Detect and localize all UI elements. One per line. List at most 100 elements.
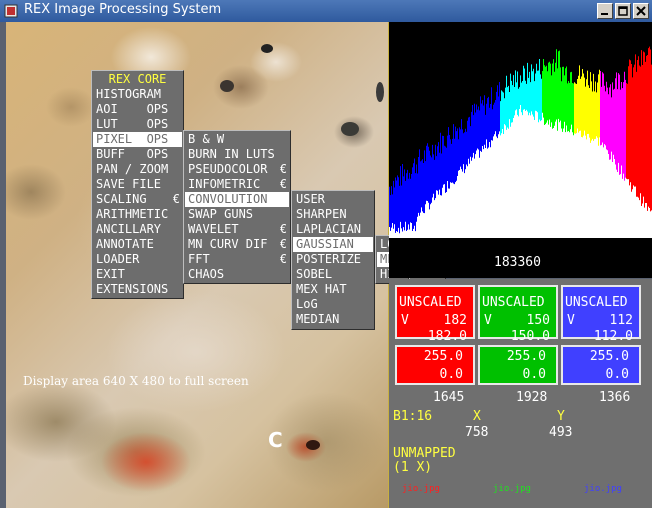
menu-item-burn-in-luts[interactable]: BURN IN LUTS (185, 147, 289, 162)
menu-item-label: BUFF OPS (96, 147, 169, 161)
channel-value: 112 (609, 313, 633, 328)
convolution-menu: USER SHARPEN LAPLACIAN GAUSSIAN POSTERIZE SOB… (291, 190, 375, 330)
menu-item-infometric[interactable]: INFOMETRIC € (185, 177, 289, 192)
x-coordinate: 758 (465, 425, 489, 440)
menu-item-label: ARITHMETIC (96, 207, 169, 221)
submenu-indicator: € (279, 177, 287, 191)
mapping-status: UNMAPPED (393, 446, 456, 461)
submenu-indicator: € (279, 162, 287, 176)
channel-count: 1928 (516, 390, 548, 405)
application-window: REX Image Processing System Display area… (0, 0, 652, 508)
channel-value-box[interactable]: UNSCALED V 112 112.0 (561, 285, 641, 344)
channel-range-min: 0.0 (522, 367, 546, 382)
menu-item-pixel-ops[interactable]: PIXEL OPS (93, 132, 182, 147)
buffer-label: B1:16 (393, 409, 433, 424)
histogram-plot (389, 22, 652, 278)
menu-item-laplacian[interactable]: LAPLACIAN (293, 222, 373, 237)
app-icon[interactable] (4, 3, 18, 18)
menu-item-label: CONVOLUTION (188, 192, 268, 206)
menu-item-label: AOI OPS (96, 102, 169, 116)
menu-item-save-file[interactable]: SAVE FILE (93, 177, 182, 192)
menu-item-fft[interactable]: FFT € (185, 252, 289, 267)
menu-item-label: WAVELET (188, 222, 239, 236)
menu-item-label: INFOMETRIC (188, 177, 261, 191)
menu-item-posterize[interactable]: POSTERIZE (293, 252, 373, 267)
menu-item-label: USER (296, 192, 325, 206)
menu-item-annotate[interactable]: ANNOTATE (93, 237, 182, 252)
menu-item-log[interactable]: LoG (293, 297, 373, 312)
menu-item-lut-ops[interactable]: LUT OPS (93, 117, 182, 132)
x-label: X (473, 409, 481, 424)
menu-item-label: EXIT (96, 267, 125, 281)
y-label: Y (557, 409, 565, 424)
submenu-indicator: € (172, 192, 180, 206)
menu-item-swap-guns[interactable]: SWAP GUNS (185, 207, 289, 222)
menu-item-pseudocolor[interactable]: PSEUDOCOLOR € (185, 162, 289, 177)
menu-item-loader[interactable]: LOADER (93, 252, 182, 267)
menu-item-convolution[interactable]: CONVOLUTION (185, 192, 289, 207)
menu-item-sobel[interactable]: SOBEL (293, 267, 373, 282)
menu-item-pan-zoom[interactable]: PAN / ZOOM (93, 162, 182, 177)
display-area-caption: Display area 640 X 480 to full screen (23, 374, 249, 388)
menu-item-label: LUT OPS (96, 117, 169, 131)
channel-status: UNSCALED (565, 295, 628, 310)
menu-item-user[interactable]: USER (293, 192, 373, 207)
menu-item-label: MEDIAN (296, 312, 340, 326)
menu-item-label: LoG (296, 297, 318, 311)
rex-core-menu-title: REX CORE (108, 72, 167, 86)
channel-status: UNSCALED (399, 295, 462, 310)
channel-range-box[interactable]: 255.0 0.0 (561, 345, 641, 385)
menu-item-b-w[interactable]: B & W (185, 132, 289, 147)
channel-value-box[interactable]: UNSCALED V 150 150.0 (478, 285, 558, 344)
menu-item-histogram[interactable]: HISTOGRAM (93, 87, 182, 102)
menu-item-chaos[interactable]: CHAOS (185, 267, 289, 282)
convolution-menu-items: USER SHARPEN LAPLACIAN GAUSSIAN POSTERIZE SOB… (293, 192, 373, 327)
channel-range-box[interactable]: 255.0 0.0 (395, 345, 475, 385)
channel-range-min: 0.0 (439, 367, 463, 382)
menu-item-buff-ops[interactable]: BUFF OPS (93, 147, 182, 162)
cursor-marker: C (268, 428, 283, 452)
minimize-button[interactable] (597, 3, 613, 19)
zoom-status: (1 X) (393, 460, 433, 475)
menu-item-aoi-ops[interactable]: AOI OPS (93, 102, 182, 117)
maximize-button[interactable] (615, 3, 631, 19)
menu-item-wavelet[interactable]: WAVELET € (185, 222, 289, 237)
close-button[interactable] (633, 3, 649, 19)
channel-scaled-value: 182.0 (427, 329, 467, 344)
menu-item-median[interactable]: MEDIAN (293, 312, 373, 327)
channel-range-box[interactable]: 255.0 0.0 (478, 345, 558, 385)
menu-item-ancillary[interactable]: ANCILLARY (93, 222, 182, 237)
channel-range-max: 255.0 (423, 349, 463, 364)
submenu-indicator: € (279, 222, 287, 236)
menu-item-label: B & W (188, 132, 225, 146)
menu-item-mn-curv-dif[interactable]: MN CURV DIF € (185, 237, 289, 252)
image-dark-spot (306, 440, 320, 450)
channel-status: UNSCALED (482, 295, 545, 310)
menu-item-arithmetic[interactable]: ARITHMETIC (93, 207, 182, 222)
rex-core-menu: REX CORE HISTOGRAM AOI OPS LUT OPS PIXEL OP… (91, 70, 184, 299)
title-bar[interactable]: REX Image Processing System (0, 0, 652, 22)
menu-item-sharpen[interactable]: SHARPEN (293, 207, 373, 222)
menu-item-label: PAN / ZOOM (96, 162, 169, 176)
y-coordinate: 493 (549, 425, 573, 440)
menu-item-exit[interactable]: EXIT (93, 267, 182, 282)
menu-item-label: LOADER (96, 252, 140, 266)
menu-item-label: CHAOS (188, 267, 225, 281)
menu-item-mex-hat[interactable]: MEX HAT (293, 282, 373, 297)
channel-range-min: 0.0 (605, 367, 629, 382)
channel-scaled-value: 150.0 (510, 329, 550, 344)
menu-item-extensions[interactable]: EXTENSIONS (93, 282, 182, 297)
menu-item-label: HISTOGRAM (96, 87, 162, 101)
menu-item-scaling[interactable]: SCALING € (93, 192, 182, 207)
menu-item-gaussian[interactable]: GAUSSIAN (293, 237, 373, 252)
channel-value-box[interactable]: UNSCALED V 182 182.0 (395, 285, 475, 344)
menu-item-label: LAPLACIAN (296, 222, 362, 236)
value-label: V (401, 313, 409, 328)
channel-filename: jio.jpg (493, 484, 531, 494)
channel-filename: jio.jpg (584, 484, 622, 494)
window-title: REX Image Processing System (24, 2, 222, 17)
menu-item-label: MN CURV DIF (188, 237, 268, 251)
image-dark-spot (376, 82, 384, 102)
menu-item-label: EXTENSIONS (96, 282, 169, 296)
menu-item-label: PSEUDOCOLOR (188, 162, 268, 176)
